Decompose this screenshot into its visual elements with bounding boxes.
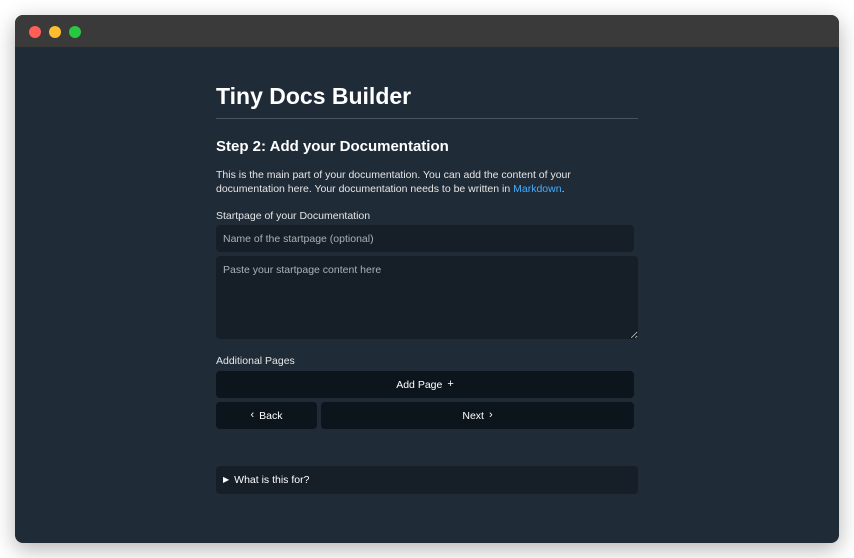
title-divider bbox=[216, 118, 638, 119]
disclosure-triangle-icon: ▶ bbox=[223, 475, 230, 484]
disclosure-summary: What is this for? bbox=[234, 474, 310, 486]
intro-end: . bbox=[561, 183, 565, 195]
add-page-label: Add Page bbox=[396, 378, 443, 391]
back-label: Back bbox=[259, 409, 283, 422]
startpage-name-input[interactable] bbox=[216, 225, 634, 252]
window-titlebar bbox=[15, 15, 839, 47]
step-heading: Step 2: Add your Documentation bbox=[216, 138, 449, 155]
add-page-button[interactable]: Add Page + bbox=[216, 371, 634, 398]
page-title: Tiny Docs Builder bbox=[216, 83, 412, 109]
plus-icon: + bbox=[447, 378, 454, 390]
app-window: Tiny Docs Builder Step 2: Add your Docum… bbox=[15, 15, 839, 543]
intro-paragraph: This is the main part of your documentat… bbox=[216, 168, 626, 196]
additional-pages-label: Additional Pages bbox=[216, 355, 295, 367]
minimize-window-icon[interactable] bbox=[49, 26, 61, 38]
next-button[interactable]: Next › bbox=[321, 402, 634, 429]
maximize-window-icon[interactable] bbox=[69, 26, 81, 38]
startpage-content-textarea[interactable] bbox=[216, 256, 638, 339]
chevron-right-icon: › bbox=[488, 409, 493, 421]
close-window-icon[interactable] bbox=[29, 26, 41, 38]
startpage-label: Startpage of your Documentation bbox=[216, 210, 371, 222]
markdown-link[interactable]: Markdown bbox=[513, 183, 561, 195]
chevron-left-icon: ‹ bbox=[250, 409, 255, 421]
back-button[interactable]: ‹ Back bbox=[216, 402, 317, 429]
next-label: Next bbox=[462, 409, 484, 422]
what-is-this-for-disclosure[interactable]: ▶ What is this for? bbox=[216, 466, 638, 494]
